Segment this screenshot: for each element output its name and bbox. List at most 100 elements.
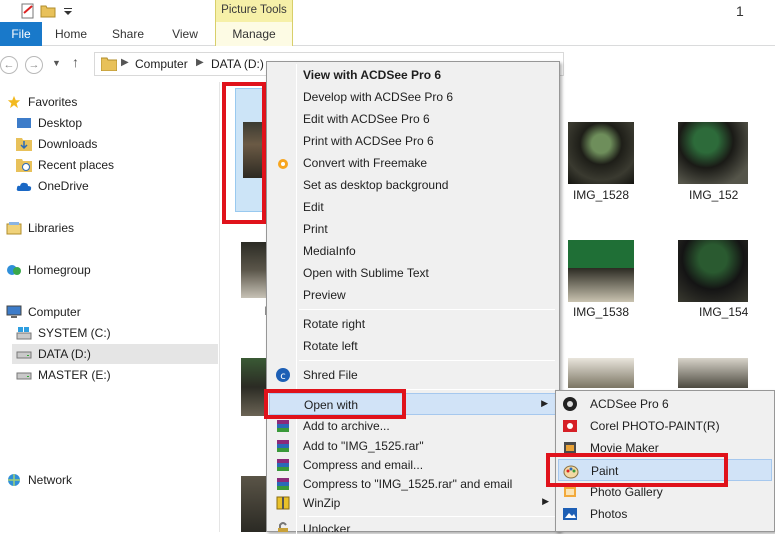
forward-button[interactable]: → (25, 56, 43, 74)
menu-separator (299, 360, 555, 361)
back-button[interactable]: ← (0, 56, 18, 74)
nav-network[interactable]: Network (6, 470, 206, 490)
file-name[interactable]: IMG_1528 (561, 188, 641, 202)
winrar-icon (277, 420, 289, 432)
unlocker-icon (278, 522, 288, 532)
breadcrumb-computer[interactable]: Computer (135, 57, 188, 71)
tab-view[interactable]: View (164, 22, 206, 46)
file-name[interactable]: IMG_1538 (561, 305, 641, 319)
nav-label: Homegroup (28, 263, 91, 277)
customize-quick-access-icon[interactable] (60, 3, 76, 19)
submenu-item-label: ACDSee Pro 6 (590, 397, 669, 411)
onedrive-cloud-icon (16, 182, 32, 191)
tab-manage[interactable]: Manage (215, 22, 293, 46)
submenu-item-photos[interactable]: Photos (558, 503, 772, 525)
properties-icon[interactable] (20, 3, 36, 19)
recent-locations-icon[interactable]: ▼ (52, 58, 61, 68)
recent-places-icon (16, 159, 32, 172)
freemake-icon (278, 159, 288, 169)
nav-label: Favorites (28, 95, 78, 109)
winzip-icon (276, 496, 290, 510)
menu-item-winzip[interactable]: WinZip ▶ (269, 492, 557, 514)
file-name[interactable]: IMG_152 (689, 188, 769, 202)
nav-label: Downloads (38, 137, 98, 151)
menu-separator (299, 516, 555, 517)
menu-item-label: Add to "IMG_1525.rar" (303, 439, 424, 453)
menu-item-label: Rotate left (303, 339, 358, 353)
thumbnail-image[interactable] (241, 476, 269, 532)
winrar-icon (277, 478, 289, 490)
file-name[interactable]: IMG_154 (699, 305, 775, 319)
thumbnail-image[interactable] (678, 240, 748, 302)
system-drive-icon (16, 327, 32, 340)
menu-item-label: Edit with ACDSee Pro 6 (303, 112, 430, 126)
menu-item-label: Edit (303, 200, 324, 214)
nav-master-e[interactable]: MASTER (E:) (16, 365, 206, 385)
nav-recent-places[interactable]: Recent places (16, 155, 206, 175)
new-folder-icon[interactable] (40, 3, 56, 19)
nav-label: Network (28, 473, 73, 487)
menu-item-rotate-right[interactable]: Rotate right (269, 313, 557, 335)
menu-item-print[interactable]: Print (269, 218, 557, 240)
menu-item-set-desktop-background[interactable]: Set as desktop background (269, 174, 557, 196)
nav-system-c[interactable]: SYSTEM (C:) (16, 323, 206, 343)
menu-item-label: Set as desktop background (303, 178, 449, 192)
drive-icon (16, 351, 32, 359)
menu-item-label: View with ACDSee Pro 6 (303, 68, 442, 82)
breadcrumb-data-d[interactable]: DATA (D:) (211, 57, 264, 71)
nav-computer[interactable]: Computer (6, 302, 206, 322)
shred-file-icon: c (276, 368, 290, 382)
up-arrow-icon[interactable]: ↑ (72, 54, 79, 70)
menu-separator (299, 309, 555, 310)
nav-favorites[interactable]: Favorites (6, 92, 206, 112)
menu-item-edit-acdsee[interactable]: Edit with ACDSee Pro 6 (269, 108, 557, 130)
menu-item-label: Convert with Freemake (303, 156, 428, 170)
tab-share[interactable]: Share (107, 22, 149, 46)
nav-label: DATA (D:) (38, 347, 91, 361)
corel-photo-paint-icon (563, 420, 577, 432)
picture-tools-context-label: Picture Tools (215, 0, 293, 22)
thumbnail-image[interactable] (568, 240, 634, 302)
tab-home[interactable]: Home (50, 22, 92, 46)
thumbnail-image[interactable] (678, 358, 748, 388)
nav-downloads[interactable]: Downloads (16, 134, 206, 154)
menu-item-develop-acdsee[interactable]: Develop with ACDSee Pro 6 (269, 86, 557, 108)
menu-item-convert-freemake[interactable]: Convert with Freemake (269, 152, 557, 174)
thumbnail-image[interactable] (241, 242, 269, 298)
context-menu: View with ACDSee Pro 6 Develop with ACDS… (266, 61, 560, 534)
nav-desktop[interactable]: Desktop (16, 113, 206, 133)
menu-item-rotate-left[interactable]: Rotate left (269, 335, 557, 357)
submenu-item-acdsee[interactable]: ACDSee Pro 6 (558, 393, 772, 415)
network-icon (8, 474, 20, 486)
menu-item-print-acdsee[interactable]: Print with ACDSee Pro 6 (269, 130, 557, 152)
svg-text:c: c (280, 371, 286, 382)
folder-icon (101, 57, 117, 71)
nav-data-d[interactable]: DATA (D:) (12, 344, 218, 364)
thumbnail-image[interactable] (568, 358, 634, 388)
submenu-item-corel[interactable]: Corel PHOTO-PAINT(R) (558, 415, 772, 437)
computer-icon (6, 305, 22, 318)
menu-item-open-sublime[interactable]: Open with Sublime Text (269, 262, 557, 284)
menu-item-view-acdsee[interactable]: View with ACDSee Pro 6 (269, 64, 557, 86)
breadcrumb-separator[interactable]: ▶ (121, 57, 129, 68)
menu-item-label: Rotate right (303, 317, 366, 331)
menu-item-edit[interactable]: Edit (269, 196, 557, 218)
menu-item-preview[interactable]: Preview (269, 284, 557, 306)
thumbnail-image[interactable] (678, 122, 748, 184)
navigation-pane: Favorites Desktop Downloads Recent place… (0, 82, 220, 532)
breadcrumb-separator[interactable]: ▶ (196, 57, 204, 68)
menu-item-shred-file[interactable]: c Shred File (269, 364, 557, 386)
tab-file[interactable]: File (0, 22, 42, 46)
menu-item-mediainfo[interactable]: MediaInfo (269, 240, 557, 262)
menu-item-label: Develop with ACDSee Pro 6 (303, 90, 454, 104)
nav-onedrive[interactable]: OneDrive (16, 176, 206, 196)
menu-item-unlocker[interactable]: Unlocker (269, 518, 557, 532)
menu-item-label: Shred File (303, 368, 358, 382)
window-title: 1 (736, 3, 744, 19)
submenu-item-label: Photos (590, 507, 628, 521)
nav-libraries[interactable]: Libraries (6, 218, 206, 238)
menu-item-label: WinZip (303, 496, 341, 510)
title-bar: Picture Tools 1 (0, 0, 775, 24)
nav-homegroup[interactable]: Homegroup (6, 260, 206, 280)
thumbnail-image[interactable] (568, 122, 634, 184)
